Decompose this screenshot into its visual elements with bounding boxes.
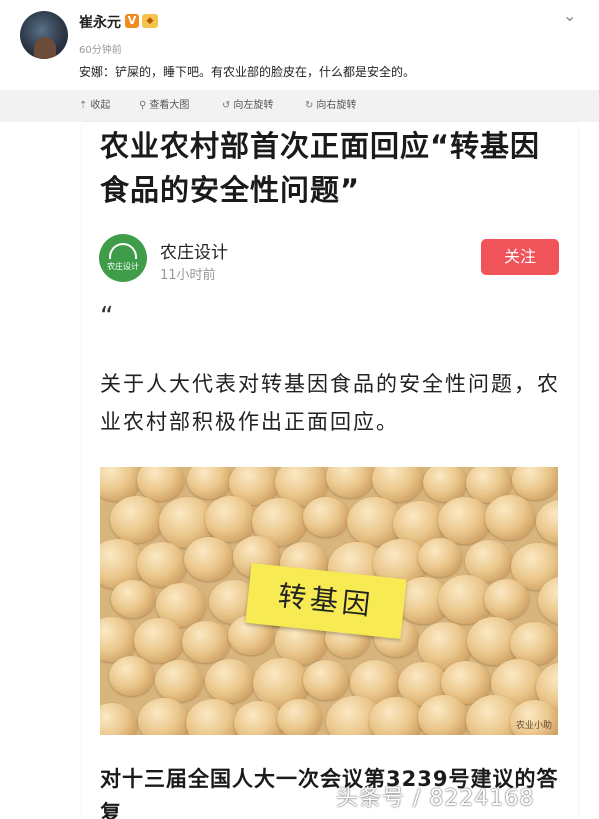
soybean [110, 579, 155, 619]
rotate-right-button[interactable]: ↻ 向右旋转 [305, 96, 356, 111]
rotate-right-label: 向右旋转 [316, 100, 357, 111]
source-logo[interactable]: 农庄设计 [99, 234, 147, 282]
magnifier-icon: ⚲ [139, 100, 147, 111]
soybean [417, 695, 469, 735]
soybean-photo: 转基因 农业小助 [100, 467, 558, 735]
avatar[interactable] [20, 11, 68, 59]
soybean [100, 702, 137, 735]
soybean [182, 621, 230, 663]
level-badge-icon: ◆ [142, 14, 158, 28]
soybean [205, 659, 256, 704]
photo-watermark: 农业小助 [515, 721, 552, 731]
verified-badge-icon: V [125, 14, 139, 28]
soybean [108, 656, 154, 697]
article-title: 农业农村部首次正面回应“转基因食品的安全性问题” [100, 129, 541, 207]
soybean [183, 537, 234, 582]
article-lead: 关于人大代表对转基因食品的安全性问题，农业农村部积极作出正面回应。 [100, 372, 560, 434]
soybean [136, 541, 188, 587]
username[interactable]: 崔永元 [79, 12, 121, 32]
soybean [303, 660, 349, 701]
soybean [187, 467, 233, 500]
collapse-icon: ⇡ [79, 100, 88, 111]
source-logo-text: 农庄设计 [107, 262, 139, 271]
rotate-right-icon: ↻ [305, 100, 314, 111]
soybean [536, 500, 558, 544]
platform-watermark: 头条号 / 8224168 [336, 786, 535, 811]
post-header: 崔永元 V ◆ ⌄ 60分钟前 安娜：铲屎的，睡下吧。有农业部的脸皮在，什么都是… [0, 0, 599, 90]
collapse-button[interactable]: ⇡ 收起 [79, 96, 110, 111]
source-time: 11小时前 [160, 268, 216, 283]
rotate-left-icon: ↺ [222, 100, 231, 111]
source-name[interactable]: 农庄设计 [160, 238, 228, 263]
house-icon [109, 243, 137, 259]
soybean [326, 467, 374, 498]
soybean [138, 698, 190, 735]
soybean [303, 496, 349, 537]
view-large-button[interactable]: ⚲ 查看大图 [139, 96, 189, 111]
image-toolbar: ⇡ 收起 ⚲ 查看大图 ↺ 向左旋转 ↻ 向右旋转 [0, 90, 599, 122]
soybean [512, 467, 558, 501]
collapse-label: 收起 [90, 100, 111, 111]
soybean [438, 496, 492, 544]
view-large-label: 查看大图 [149, 100, 190, 111]
soybean [484, 495, 536, 540]
soybean [417, 537, 462, 577]
soybean [484, 579, 530, 619]
soybean [276, 698, 322, 735]
soybean [186, 699, 241, 735]
chevron-down-icon[interactable]: ⌄ [563, 6, 576, 25]
soybean [155, 659, 204, 703]
rotate-left-button[interactable]: ↺ 向左旋转 [222, 96, 273, 111]
soybean [133, 617, 185, 663]
rotate-left-label: 向左旋转 [233, 100, 274, 111]
soybean [100, 617, 138, 663]
quote-mark: “ [100, 302, 114, 332]
soybean [110, 496, 164, 544]
post-text: 安娜：铲屎的，睡下吧。有农业部的脸皮在，什么都是安全的。 [79, 65, 416, 79]
post-timestamp: 60分钟前 [79, 45, 122, 56]
follow-button[interactable]: 关注 [481, 239, 559, 275]
soybean [204, 496, 257, 542]
article-image[interactable]: 农业农村部首次正面回应“转基因食品的安全性问题” 农庄设计 农庄设计 11小时前… [82, 122, 578, 819]
